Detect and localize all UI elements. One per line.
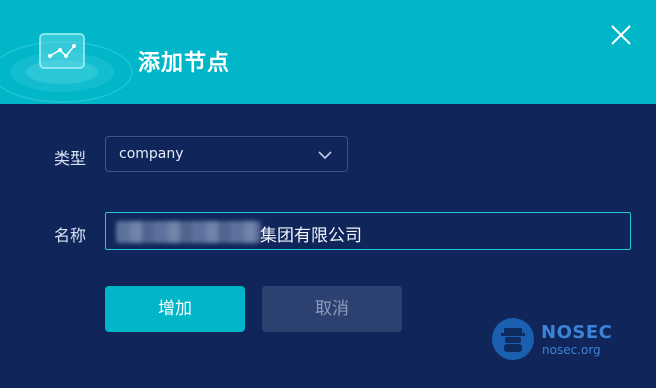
nosec-watermark: NOSEC nosec.org [492,318,612,364]
close-icon[interactable] [606,20,636,50]
type-select-value: company [119,146,184,162]
dialog-header: 添加节点 [0,0,656,104]
name-input-value: 集团有限公司 [260,226,362,246]
watermark-title: NOSEC [541,322,613,343]
name-label: 名称 [54,226,87,245]
nosec-logo-icon [492,318,534,360]
type-select[interactable]: company [105,136,348,172]
chevron-down-icon [318,151,332,160]
add-button[interactable]: 增加 [105,286,245,332]
dialog-title: 添加节点 [138,51,231,76]
watermark-subtitle: nosec.org [542,343,601,357]
type-label: 类型 [54,149,87,168]
network-graph-icon [0,33,133,103]
cancel-button[interactable]: 取消 [262,286,402,332]
redacted-text [116,221,261,243]
name-input[interactable]: 集团有限公司 [105,212,631,250]
add-node-dialog: 添加节点 类型 company 名称 集团有限公司 增加 取消 NOSEC no… [0,0,656,388]
